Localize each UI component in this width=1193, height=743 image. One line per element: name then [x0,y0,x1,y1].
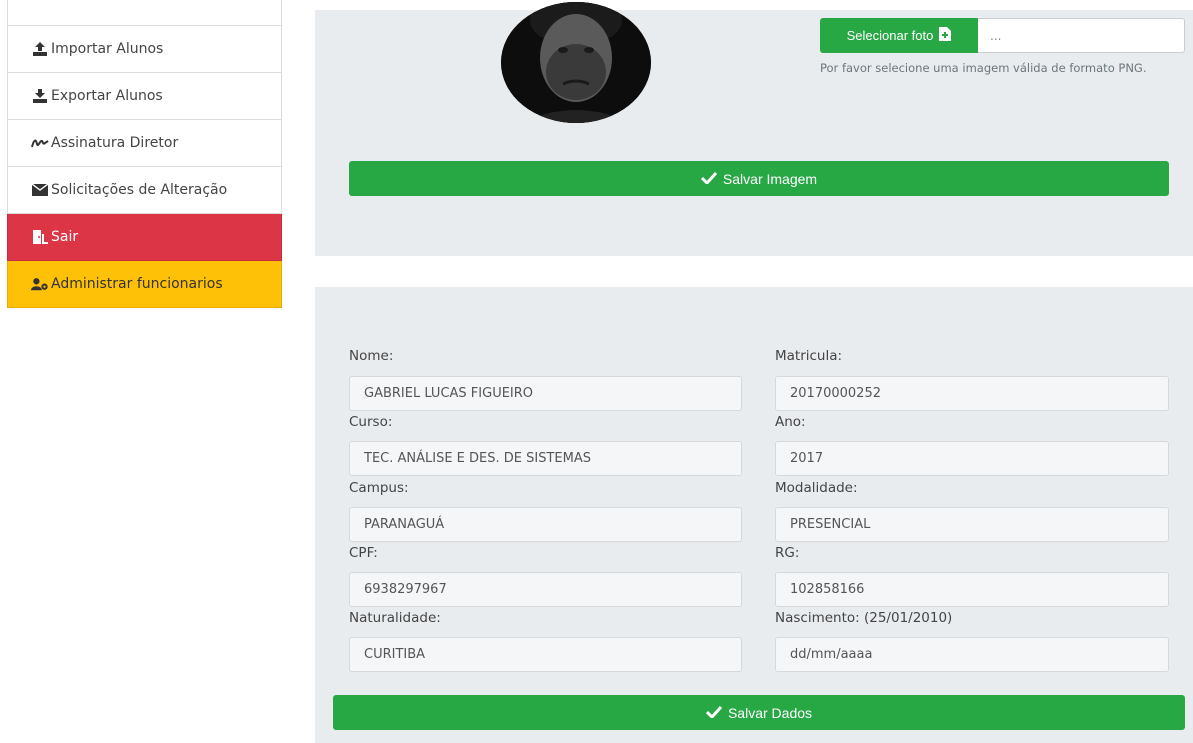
photo-panel: Selecionar foto ... Por favor selecione … [315,2,1193,256]
sidebar: Importar Alunos Exportar Alunos Assinatu… [7,0,282,308]
nome-label: Nome: [349,348,394,364]
modalidade-label: Modalidade: [775,480,858,496]
rg-field[interactable]: 102858166 [775,572,1169,607]
download-icon [31,88,49,104]
save-image-button[interactable]: Salvar Imagem [349,161,1169,196]
sidebar-item-label: Importar Alunos [51,41,164,57]
upload-icon [31,41,49,57]
naturalidade-label: Naturalidade: [349,610,441,626]
curso-label: Curso: [349,414,393,430]
sidebar-item-assinatura-diretor[interactable]: Assinatura Diretor [7,120,282,167]
nome-field[interactable]: GABRIEL LUCAS FIGUEIRO [349,376,742,411]
cpf-label: CPF: [349,545,378,561]
ano-field[interactable]: 2017 [775,441,1169,476]
modalidade-field[interactable]: PRESENCIAL [775,507,1169,542]
file-name-input[interactable]: ... [978,18,1185,53]
sidebar-item-importar-alunos[interactable]: Importar Alunos [7,26,282,73]
save-image-label: Salvar Imagem [722,170,818,187]
file-image-icon [939,27,952,44]
nascimento-label: Nascimento: (25/01/2010) [775,610,953,626]
matricula-field[interactable]: 20170000252 [775,376,1169,411]
sidebar-item-solicitacoes[interactable]: Solicitações de Alteração [7,167,282,214]
campus-label: Campus: [349,480,409,496]
rg-label: RG: [775,545,800,561]
cpf-field[interactable]: 6938297967 [349,572,742,607]
naturalidade-field[interactable]: CURITIBA [349,637,742,672]
sidebar-item-label: Solicitações de Alteração [51,182,228,198]
ano-label: Ano: [775,414,806,430]
save-data-button[interactable]: Salvar Dados [333,695,1185,730]
curso-field[interactable]: TEC. ANÁLISE E DES. DE SISTEMAS [349,441,742,476]
signature-icon [31,135,49,151]
sidebar-item-administrar-funcionarios[interactable]: Administrar funcionarios [7,261,282,308]
sidebar-item-exportar-alunos[interactable]: Exportar Alunos [7,73,282,120]
envelope-icon [31,182,49,198]
door-exit-icon [31,229,49,245]
sidebar-item-label: Exportar Alunos [51,88,163,104]
campus-field[interactable]: PARANAGUÁ [349,507,742,542]
select-photo-button[interactable]: Selecionar foto [820,18,978,53]
matricula-label: Matricula: [775,348,843,364]
sidebar-item-label: Administrar funcionarios [51,276,223,292]
save-data-label: Salvar Dados [727,704,813,721]
select-photo-label: Selecionar foto [846,28,934,43]
file-format-hint: Por favor selecione uma imagem válida de… [820,61,1147,75]
nascimento-date-input[interactable]: dd/mm/aaaa [775,637,1169,672]
avatar [501,2,651,123]
sidebar-item-top[interactable] [7,0,282,26]
check-icon [700,171,718,187]
check-icon [705,705,723,721]
sidebar-item-label: Sair [51,229,79,245]
sidebar-item-sair[interactable]: Sair [7,214,282,261]
sidebar-item-label: Assinatura Diretor [51,135,179,151]
student-data-panel: Nome: GABRIEL LUCAS FIGUEIRO Matricula: … [315,287,1193,743]
users-cog-icon [31,276,49,292]
